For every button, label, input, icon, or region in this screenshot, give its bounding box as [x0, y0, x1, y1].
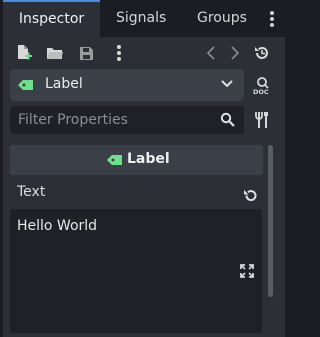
tab-groups[interactable]: Groups	[197, 0, 247, 37]
tab-menu-icon[interactable]	[268, 10, 276, 28]
revert-icon[interactable]	[243, 188, 258, 203]
chevron-down-icon	[221, 80, 233, 89]
tab-inspector[interactable]: Inspector	[3, 0, 100, 37]
filter-properties-input[interactable]	[10, 106, 210, 134]
save-icon[interactable]	[79, 46, 94, 61]
open-documentation-icon[interactable]: DOC	[253, 76, 272, 95]
svg-text:DOC: DOC	[253, 88, 269, 95]
history-forward-icon[interactable]	[230, 46, 240, 60]
expand-icon[interactable]	[240, 264, 254, 278]
property-tools-icon[interactable]	[255, 111, 270, 129]
object-menu-icon[interactable]	[116, 44, 122, 62]
text-value: Hello World	[17, 218, 98, 234]
scrollbar[interactable]	[268, 145, 273, 297]
open-folder-icon[interactable]	[46, 46, 64, 60]
tab-signals[interactable]: Signals	[116, 0, 166, 37]
class-section-title: Label	[127, 151, 170, 167]
class-section-header[interactable]: Label	[10, 145, 263, 175]
tab-bar: Inspector Signals Groups	[0, 0, 286, 37]
object-selector[interactable]: Label	[10, 69, 244, 101]
property-name: Text	[17, 184, 46, 200]
search-icon	[220, 112, 235, 127]
label-tag-icon	[107, 154, 123, 166]
label-tag-icon	[18, 79, 34, 91]
text-value-editor[interactable]: Hello World	[10, 209, 262, 333]
filter-properties-field[interactable]	[10, 106, 244, 134]
object-history-icon[interactable]	[254, 45, 270, 61]
history-back-icon[interactable]	[206, 46, 216, 60]
object-selector-label: Label	[45, 76, 83, 92]
new-resource-icon[interactable]	[16, 44, 32, 61]
